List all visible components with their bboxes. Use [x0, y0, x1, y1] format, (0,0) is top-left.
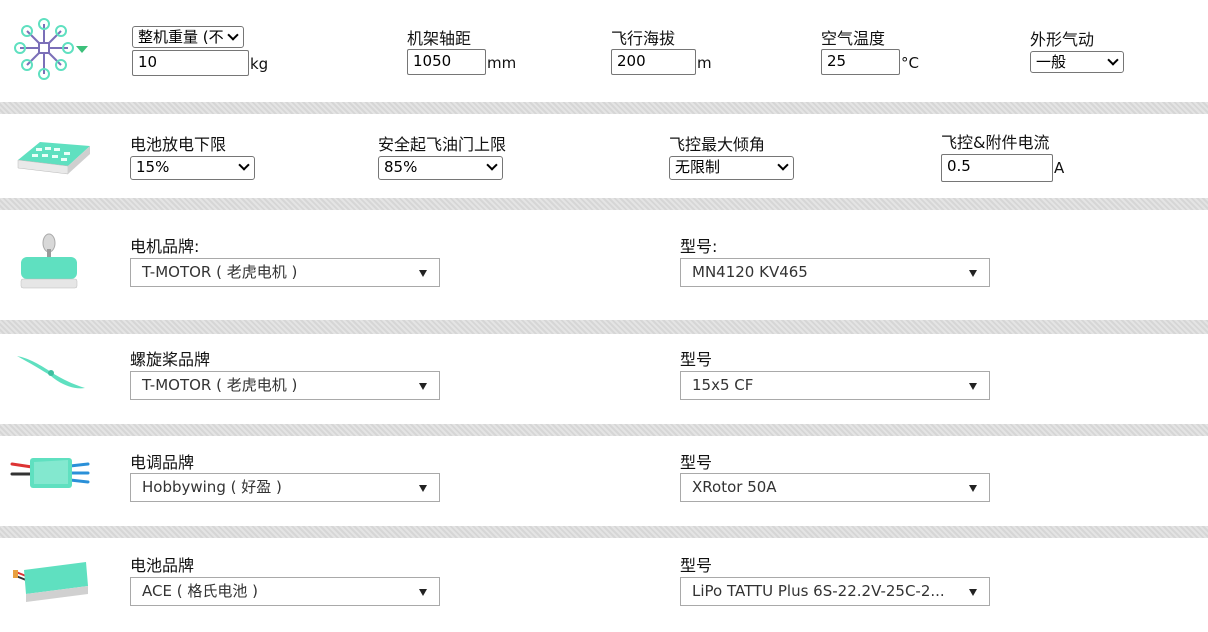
octocopter-icon[interactable]	[14, 18, 90, 82]
chevron-down-icon	[227, 29, 239, 41]
throttle-value: 85%	[384, 158, 418, 176]
propeller-brand-select[interactable]: T-MOTOR ( 老虎电机 )	[130, 371, 440, 400]
section-divider	[0, 424, 1208, 436]
dropdown-arrow-icon	[419, 383, 427, 390]
aero-value: 一般	[1036, 53, 1067, 71]
motor-model-value: MN4120 KV465	[692, 263, 808, 281]
altitude-input-value: 200	[617, 52, 646, 70]
current-input-value: 0.5	[947, 157, 971, 175]
limits-panel: 电池放电下限 15% 安全起飞油门上限 85% 飞控最大倾角 无限制 飞控&附件…	[0, 114, 1208, 198]
weight-mode-value: 整机重量 (不	[138, 28, 224, 46]
throttle-label: 安全起飞油门上限	[378, 135, 507, 154]
wheelbase-label: 机架轴距	[407, 29, 472, 48]
propeller-model-select[interactable]: 15x5 CF	[680, 371, 990, 400]
section-divider	[0, 102, 1208, 114]
discharge-label: 电池放电下限	[130, 135, 227, 154]
battery-brand-value: ACE ( 格氏电池 )	[142, 582, 258, 600]
dropdown-arrow-icon	[969, 589, 977, 596]
motor-model-select[interactable]: MN4120 KV465	[680, 258, 990, 287]
propeller-model-label: 型号	[680, 350, 713, 369]
altitude-label: 飞行海拔	[611, 29, 676, 48]
tilt-label: 飞控最大倾角	[669, 135, 766, 154]
propeller-model-value: 15x5 CF	[692, 376, 754, 394]
motor-icon	[18, 232, 82, 292]
section-divider	[0, 526, 1208, 538]
esc-model-label: 型号	[680, 453, 713, 472]
discharge-select[interactable]: 15%	[130, 156, 255, 180]
temperature-input[interactable]: 25	[821, 49, 900, 75]
aero-select[interactable]: 一般	[1030, 51, 1124, 73]
weight-input-value: 10	[138, 53, 158, 71]
esc-brand-select[interactable]: Hobbywing ( 好盈 )	[130, 473, 440, 502]
throttle-select[interactable]: 85%	[378, 156, 503, 180]
esc-brand-value: Hobbywing ( 好盈 )	[142, 478, 282, 496]
battery-pack-icon	[14, 134, 92, 178]
tilt-select[interactable]: 无限制	[669, 156, 794, 180]
wheelbase-unit: mm	[487, 54, 517, 72]
chevron-down-icon	[777, 159, 789, 171]
lipo-battery-icon	[12, 558, 92, 604]
dropdown-arrow-icon	[969, 485, 977, 492]
frame-panel: 整机重量 (不 10 kg 机架轴距 1050 mm 飞行海拔 200 m 空气…	[0, 0, 1208, 102]
dropdown-arrow-icon	[419, 270, 427, 277]
current-unit: A	[1054, 159, 1065, 177]
wheelbase-input[interactable]: 1050	[407, 49, 486, 75]
weight-input[interactable]: 10	[132, 50, 249, 76]
battery-panel: 电池品牌 ACE ( 格氏电池 ) 型号 LiPo TATTU Plus 6S-…	[0, 538, 1208, 632]
temperature-label: 空气温度	[821, 29, 886, 48]
esc-panel: 电调品牌 Hobbywing ( 好盈 ) 型号 XRotor 50A	[0, 436, 1208, 526]
weight-mode-select[interactable]: 整机重量 (不	[132, 26, 244, 48]
altitude-input[interactable]: 200	[611, 49, 696, 75]
esc-model-value: XRotor 50A	[692, 478, 777, 496]
esc-icon	[10, 454, 92, 494]
section-divider	[0, 198, 1208, 210]
esc-brand-label: 电调品牌	[130, 453, 195, 472]
battery-brand-label: 电池品牌	[130, 556, 195, 575]
section-divider	[0, 320, 1208, 334]
chevron-down-icon	[1107, 54, 1119, 66]
altitude-unit: m	[697, 54, 712, 72]
weight-unit: kg	[250, 55, 269, 73]
motor-model-label: 型号:	[680, 237, 718, 256]
propeller-icon	[14, 348, 88, 394]
chevron-down-icon	[486, 159, 498, 171]
battery-model-label: 型号	[680, 556, 713, 575]
propeller-brand-value: T-MOTOR ( 老虎电机 )	[142, 376, 298, 394]
motor-brand-value: T-MOTOR ( 老虎电机 )	[142, 263, 298, 281]
current-input[interactable]: 0.5	[941, 154, 1053, 182]
wheelbase-input-value: 1050	[413, 52, 452, 70]
dropdown-arrow-icon	[419, 589, 427, 596]
dropdown-arrow-icon	[969, 383, 977, 390]
temperature-input-value: 25	[827, 52, 847, 70]
discharge-value: 15%	[136, 158, 170, 176]
current-label: 飞控&附件电流	[941, 133, 1050, 152]
propeller-brand-label: 螺旋桨品牌	[130, 350, 211, 369]
battery-model-value: LiPo TATTU Plus 6S-22.2V-25C-2...	[692, 582, 945, 600]
motor-panel: 电机品牌: T-MOTOR ( 老虎电机 ) 型号: MN4120 KV465	[0, 210, 1208, 320]
chevron-down-icon	[238, 159, 250, 171]
propeller-panel: 螺旋桨品牌 T-MOTOR ( 老虎电机 ) 型号 15x5 CF	[0, 334, 1208, 424]
esc-model-select[interactable]: XRotor 50A	[680, 473, 990, 502]
dropdown-arrow-icon	[419, 485, 427, 492]
battery-brand-select[interactable]: ACE ( 格氏电池 )	[130, 577, 440, 606]
motor-brand-select[interactable]: T-MOTOR ( 老虎电机 )	[130, 258, 440, 287]
temperature-unit: °C	[901, 54, 919, 72]
battery-model-select[interactable]: LiPo TATTU Plus 6S-22.2V-25C-2...	[680, 577, 990, 606]
tilt-value: 无限制	[675, 158, 721, 176]
aero-label: 外形气动	[1030, 30, 1095, 49]
dropdown-arrow-icon	[969, 270, 977, 277]
motor-brand-label: 电机品牌:	[130, 237, 200, 256]
